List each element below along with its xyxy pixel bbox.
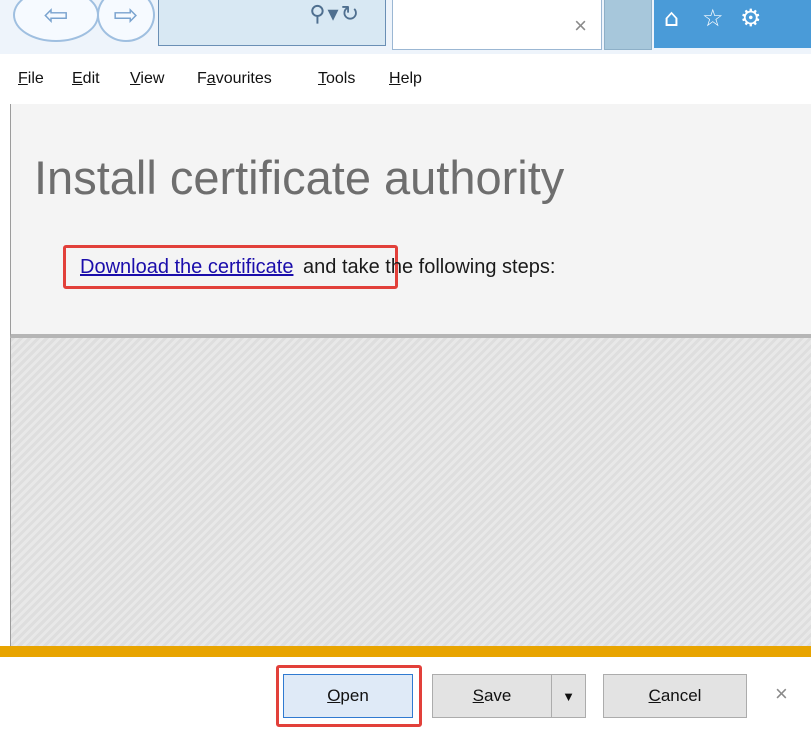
menu-file[interactable]: File: [18, 70, 44, 88]
close-icon[interactable]: ×: [775, 681, 788, 707]
menu-view[interactable]: View: [130, 70, 164, 88]
menu-edit[interactable]: Edit: [72, 70, 100, 88]
cancel-button[interactable]: Cancel: [603, 674, 747, 718]
back-button[interactable]: ⇦: [13, 0, 99, 42]
page-background: [10, 338, 811, 646]
page-title: Install certificate authority: [34, 151, 565, 204]
new-tab-button[interactable]: [604, 0, 652, 50]
save-options-button[interactable]: ▼: [551, 674, 586, 718]
search-icon[interactable]: ⚲: [309, 2, 327, 27]
chevron-down-icon: ▼: [562, 688, 575, 704]
menu-bar: File Edit View Favourites Tools Help: [0, 54, 811, 104]
instruction-rest: and take the following steps:: [303, 256, 556, 278]
forward-arrow-icon: ⇨: [113, 0, 139, 32]
tab-close-icon[interactable]: ×: [574, 13, 587, 39]
menu-favourites[interactable]: Favourites: [197, 70, 272, 88]
home-icon[interactable]: ⌂: [664, 4, 679, 32]
search-dropdown-icon[interactable]: ▾: [328, 2, 341, 27]
address-bar-icons: ⚲▾↻: [309, 2, 361, 27]
back-arrow-icon: ⇦: [43, 0, 69, 32]
browser-tools: ⌂ ☆ ⚙: [654, 0, 811, 48]
address-bar[interactable]: ⚲▾↻: [158, 0, 386, 46]
save-button[interactable]: Save: [432, 674, 552, 718]
browser-tab[interactable]: ×: [392, 0, 602, 50]
download-bar: Open Save ▼ Cancel ×: [0, 646, 811, 738]
browser-toolbar: ⇦ ⇨ ⚲▾↻ × ⌂ ☆ ⚙: [0, 0, 811, 54]
forward-button[interactable]: ⇨: [97, 0, 155, 42]
menu-help[interactable]: Help: [389, 70, 422, 88]
open-button[interactable]: Open: [283, 674, 413, 718]
instruction-text: Download the certificate and take the fo…: [76, 256, 555, 279]
menu-tools[interactable]: Tools: [318, 70, 355, 88]
star-icon[interactable]: ☆: [702, 4, 724, 32]
download-certificate-link[interactable]: Download the certificate: [76, 256, 297, 278]
page-content: Install certificate authority Download t…: [10, 104, 811, 338]
gear-icon[interactable]: ⚙: [740, 4, 762, 32]
refresh-icon[interactable]: ↻: [341, 2, 361, 27]
